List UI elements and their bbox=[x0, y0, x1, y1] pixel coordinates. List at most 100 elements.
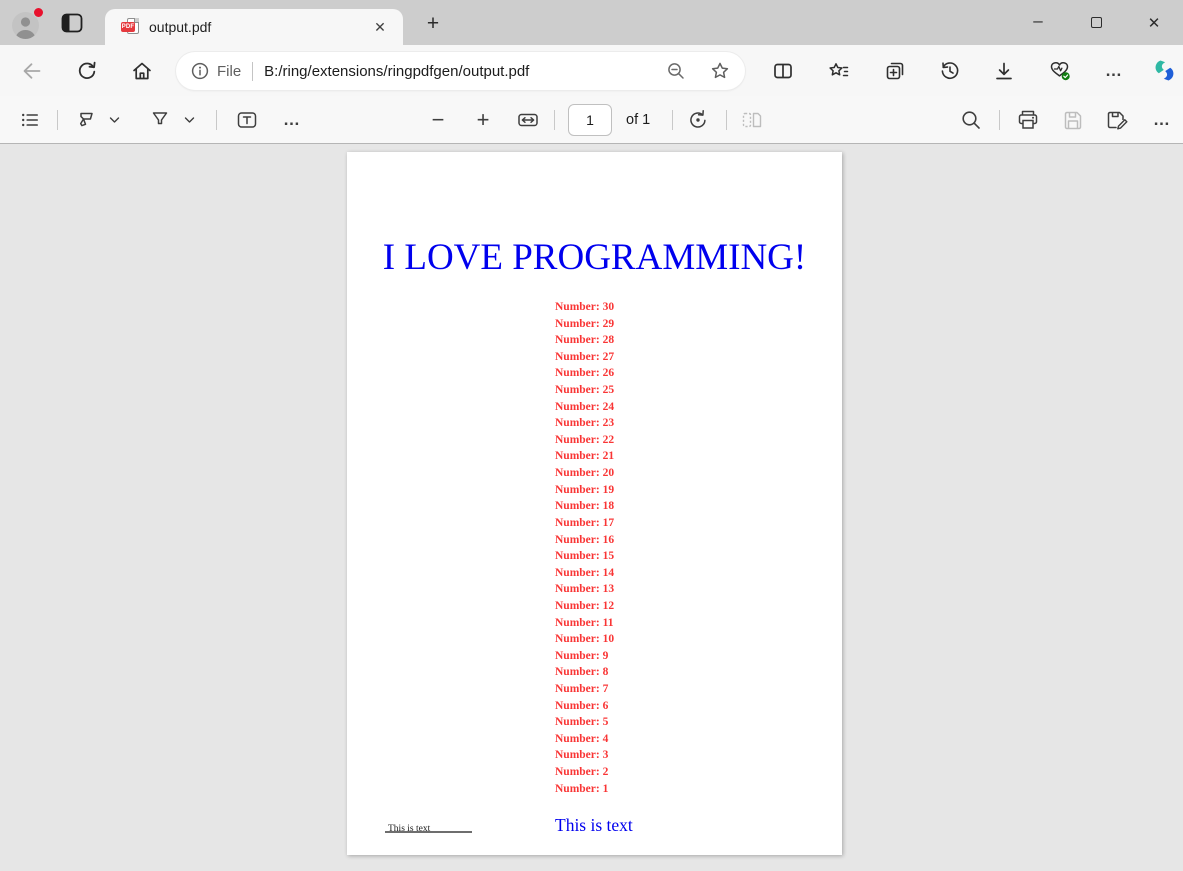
toolbar-divider bbox=[999, 110, 1000, 130]
search-document-button[interactable] bbox=[954, 103, 988, 137]
pdf-viewport[interactable]: I LOVE PROGRAMMING! Number: 30Number: 29… bbox=[0, 145, 1183, 871]
number-line: Number: 15 bbox=[555, 548, 614, 565]
split-screen-button[interactable] bbox=[766, 54, 800, 88]
copilot-button[interactable] bbox=[1147, 54, 1181, 88]
number-list: Number: 30Number: 29Number: 28Number: 27… bbox=[555, 299, 614, 797]
fit-to-width-button[interactable] bbox=[511, 103, 545, 137]
document-title: I LOVE PROGRAMMING! bbox=[347, 236, 842, 279]
number-line: Number: 16 bbox=[555, 532, 614, 549]
zoom-in-button[interactable]: + bbox=[466, 103, 500, 137]
titlebar: PDF output.pdf ✕ + – ✕ bbox=[0, 0, 1183, 45]
browser-settings-button[interactable]: … bbox=[1097, 54, 1131, 88]
tab-output-pdf[interactable]: PDF output.pdf ✕ bbox=[105, 9, 403, 45]
navigation-bar: File B:/ring/extensions/ringpdfgen/outpu… bbox=[0, 45, 1183, 96]
favorites-list-icon bbox=[827, 59, 851, 83]
maximize-button[interactable] bbox=[1067, 0, 1125, 45]
number-line: Number: 17 bbox=[555, 515, 614, 532]
table-of-contents-button[interactable] bbox=[13, 103, 47, 137]
number-line: Number: 12 bbox=[555, 598, 614, 615]
number-line: Number: 14 bbox=[555, 565, 614, 582]
save-as-button[interactable] bbox=[1100, 103, 1134, 137]
add-text-icon bbox=[234, 107, 260, 133]
tab-actions-button[interactable] bbox=[60, 13, 84, 33]
number-line: Number: 23 bbox=[555, 415, 614, 432]
print-icon bbox=[1015, 107, 1041, 133]
star-icon bbox=[708, 59, 732, 83]
draw-dropdown[interactable] bbox=[103, 103, 125, 137]
highlight-dropdown[interactable] bbox=[178, 103, 200, 137]
more-horizontal-icon: … bbox=[1153, 110, 1171, 130]
history-button[interactable] bbox=[933, 54, 967, 88]
browser-essentials-icon bbox=[1047, 58, 1072, 83]
pdf-page: I LOVE PROGRAMMING! Number: 30Number: 29… bbox=[347, 152, 842, 855]
page-view-icon bbox=[739, 107, 765, 133]
number-line: Number: 10 bbox=[555, 631, 614, 648]
refresh-icon bbox=[75, 59, 99, 83]
number-line: Number: 28 bbox=[555, 332, 614, 349]
zoom-indicator-button[interactable] bbox=[661, 56, 691, 86]
maximize-icon bbox=[1091, 17, 1102, 28]
rotate-icon bbox=[685, 107, 711, 133]
zoom-out-button[interactable]: − bbox=[421, 103, 455, 137]
page-view-button[interactable] bbox=[735, 103, 769, 137]
print-button[interactable] bbox=[1011, 103, 1045, 137]
pdf-more-button[interactable]: … bbox=[1145, 103, 1179, 137]
number-line: Number: 25 bbox=[555, 382, 614, 399]
number-line: Number: 4 bbox=[555, 731, 614, 748]
favorites-button[interactable] bbox=[822, 54, 856, 88]
pdf-file-icon: PDF bbox=[121, 18, 139, 36]
page-count-label: of 1 bbox=[626, 96, 650, 144]
downloads-icon bbox=[992, 59, 1016, 83]
info-icon[interactable] bbox=[190, 61, 210, 81]
toolbar-divider bbox=[554, 110, 555, 130]
collections-button[interactable] bbox=[878, 54, 912, 88]
number-line: Number: 19 bbox=[555, 482, 614, 499]
favorite-button[interactable] bbox=[705, 56, 735, 86]
save-as-icon bbox=[1104, 107, 1130, 133]
profile-notification-dot bbox=[33, 7, 44, 18]
browser-window: PDF output.pdf ✕ + – ✕ bbox=[0, 0, 1183, 871]
browser-essentials-button[interactable] bbox=[1042, 54, 1076, 88]
refresh-button[interactable] bbox=[70, 54, 104, 88]
number-line: Number: 27 bbox=[555, 349, 614, 366]
number-line: Number: 9 bbox=[555, 648, 614, 665]
back-button[interactable] bbox=[15, 54, 49, 88]
new-tab-button[interactable]: + bbox=[420, 13, 446, 35]
toolbar-divider bbox=[672, 110, 673, 130]
strikethrough-text: This is text bbox=[388, 824, 430, 834]
copilot-icon bbox=[1151, 57, 1178, 84]
more-horizontal-icon: … bbox=[283, 110, 301, 130]
number-line: Number: 29 bbox=[555, 316, 614, 333]
address-bar[interactable]: File B:/ring/extensions/ringpdfgen/outpu… bbox=[176, 52, 745, 90]
tab-close-button[interactable]: ✕ bbox=[369, 16, 391, 38]
collections-icon bbox=[883, 59, 907, 83]
more-horizontal-icon: … bbox=[1105, 61, 1123, 81]
annotation-more-button[interactable]: … bbox=[275, 103, 309, 137]
zoom-out-magnifier-icon bbox=[665, 60, 687, 82]
rotate-button[interactable] bbox=[681, 103, 715, 137]
number-line: Number: 2 bbox=[555, 764, 614, 781]
number-line: Number: 5 bbox=[555, 714, 614, 731]
toolbar-divider bbox=[216, 110, 217, 130]
downloads-button[interactable] bbox=[987, 54, 1021, 88]
number-line: Number: 20 bbox=[555, 465, 614, 482]
minimize-button[interactable]: – bbox=[1009, 0, 1067, 45]
back-arrow-icon bbox=[20, 59, 44, 83]
plus-icon: + bbox=[477, 107, 490, 133]
page-number-input[interactable] bbox=[568, 104, 612, 136]
highlight-button[interactable] bbox=[143, 103, 177, 137]
draw-button[interactable] bbox=[69, 103, 103, 137]
close-window-button[interactable]: ✕ bbox=[1125, 0, 1183, 45]
save-icon bbox=[1060, 107, 1086, 133]
search-icon bbox=[958, 107, 984, 133]
strike-line bbox=[385, 831, 472, 833]
number-line: Number: 11 bbox=[555, 615, 614, 632]
history-icon bbox=[938, 59, 962, 83]
pdf-toolbar: … − + of 1 bbox=[0, 96, 1183, 144]
save-button[interactable] bbox=[1056, 103, 1090, 137]
add-text-button[interactable] bbox=[230, 103, 264, 137]
number-line: Number: 26 bbox=[555, 365, 614, 382]
home-button[interactable] bbox=[125, 54, 159, 88]
url-text[interactable]: B:/ring/extensions/ringpdfgen/output.pdf bbox=[264, 63, 661, 80]
number-line: Number: 13 bbox=[555, 581, 614, 598]
